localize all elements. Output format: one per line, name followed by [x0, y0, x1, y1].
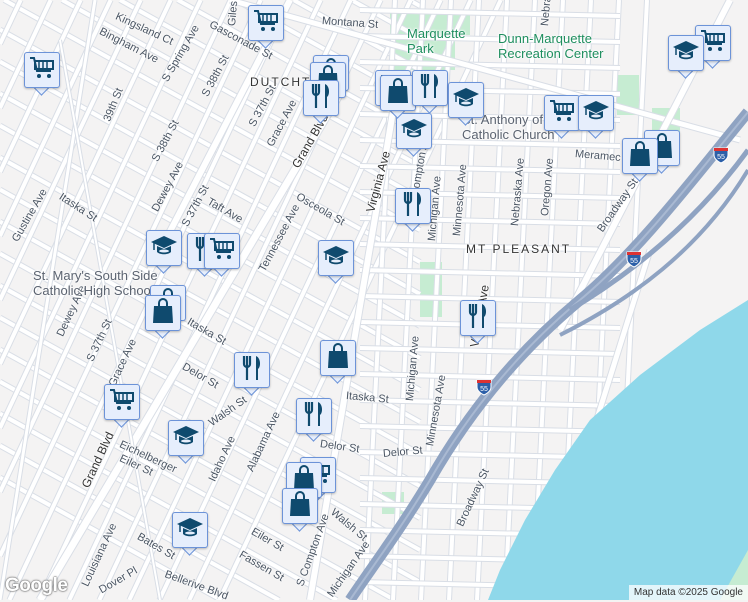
- grocery-cart-icon: [549, 99, 575, 128]
- marker-box: [234, 352, 270, 388]
- svg-text:55: 55: [717, 154, 725, 161]
- fork-marker[interactable]: [303, 80, 339, 124]
- marker-box: [668, 35, 704, 71]
- fork-marker[interactable]: [395, 188, 431, 232]
- marker-box: [448, 82, 484, 118]
- svg-text:55: 55: [630, 258, 638, 265]
- cart-marker[interactable]: [204, 233, 240, 277]
- marker-box: [172, 512, 208, 548]
- school-marker[interactable]: [172, 512, 208, 556]
- fork-marker[interactable]: [296, 398, 332, 442]
- restaurant-icon: [241, 355, 263, 386]
- bag-marker[interactable]: [320, 340, 356, 384]
- bag-marker[interactable]: [145, 295, 181, 339]
- shopping-bag-icon: [151, 297, 175, 329]
- school-marker[interactable]: [578, 95, 614, 139]
- marker-box: [303, 80, 339, 116]
- marker-box: [412, 70, 448, 106]
- shopping-bag-icon: [326, 342, 350, 374]
- grocery-cart-icon: [29, 56, 55, 85]
- school-icon: [582, 99, 610, 128]
- map-attribution[interactable]: Map data ©2025 Google: [628, 585, 748, 600]
- marker-box: [248, 5, 284, 41]
- restaurant-icon: [419, 73, 441, 104]
- marker-box: [145, 295, 181, 331]
- shopping-bag-icon: [628, 140, 652, 172]
- school-icon: [172, 424, 200, 453]
- fork-marker[interactable]: [234, 352, 270, 396]
- marker-box: [578, 95, 614, 131]
- cart-marker[interactable]: [248, 5, 284, 49]
- marker-box: [460, 300, 496, 336]
- school-marker[interactable]: [318, 240, 354, 284]
- school-icon: [452, 86, 480, 115]
- i55-shield: 55: [626, 250, 644, 268]
- svg-text:55: 55: [480, 386, 488, 393]
- fork-marker[interactable]: [412, 70, 448, 114]
- marker-box: [282, 488, 318, 524]
- fork-marker[interactable]: [460, 300, 496, 344]
- school-icon: [672, 39, 700, 68]
- school-icon: [322, 244, 350, 273]
- cart-marker[interactable]: [104, 384, 140, 428]
- marker-box: [146, 230, 182, 266]
- marker-box: [320, 340, 356, 376]
- i55-shield: 55: [713, 146, 731, 164]
- marker-box: [104, 384, 140, 420]
- marker-box: [204, 233, 240, 269]
- grocery-cart-icon: [209, 237, 235, 266]
- marker-box: [296, 398, 332, 434]
- marker-box: [318, 240, 354, 276]
- school-icon: [400, 117, 428, 146]
- restaurant-icon: [402, 191, 424, 222]
- bag-marker[interactable]: [380, 75, 416, 119]
- restaurant-icon: [467, 303, 489, 334]
- restaurant-icon: [310, 83, 332, 114]
- cart-marker[interactable]: [24, 52, 60, 96]
- google-logo: Google: [5, 575, 68, 596]
- map-canvas[interactable]: [0, 0, 748, 600]
- school-marker[interactable]: [448, 82, 484, 126]
- shopping-bag-icon: [288, 490, 312, 522]
- marker-box: [395, 188, 431, 224]
- grocery-cart-icon: [109, 388, 135, 417]
- school-icon: [176, 516, 204, 545]
- marker-box: [380, 75, 416, 111]
- school-marker[interactable]: [396, 113, 432, 157]
- marker-box: [544, 95, 580, 131]
- bag-marker[interactable]: [282, 488, 318, 532]
- marker-box: [622, 138, 658, 174]
- school-marker[interactable]: [168, 420, 204, 464]
- restaurant-icon: [303, 401, 325, 432]
- bag-marker[interactable]: [622, 138, 658, 182]
- cart-marker[interactable]: [544, 95, 580, 139]
- marker-box: [168, 420, 204, 456]
- school-marker[interactable]: [146, 230, 182, 274]
- i55-shield: 55: [476, 378, 494, 396]
- marker-box: [24, 52, 60, 88]
- school-marker[interactable]: [668, 35, 704, 79]
- shopping-bag-icon: [386, 77, 410, 109]
- grocery-cart-icon: [253, 9, 279, 38]
- school-icon: [150, 234, 178, 263]
